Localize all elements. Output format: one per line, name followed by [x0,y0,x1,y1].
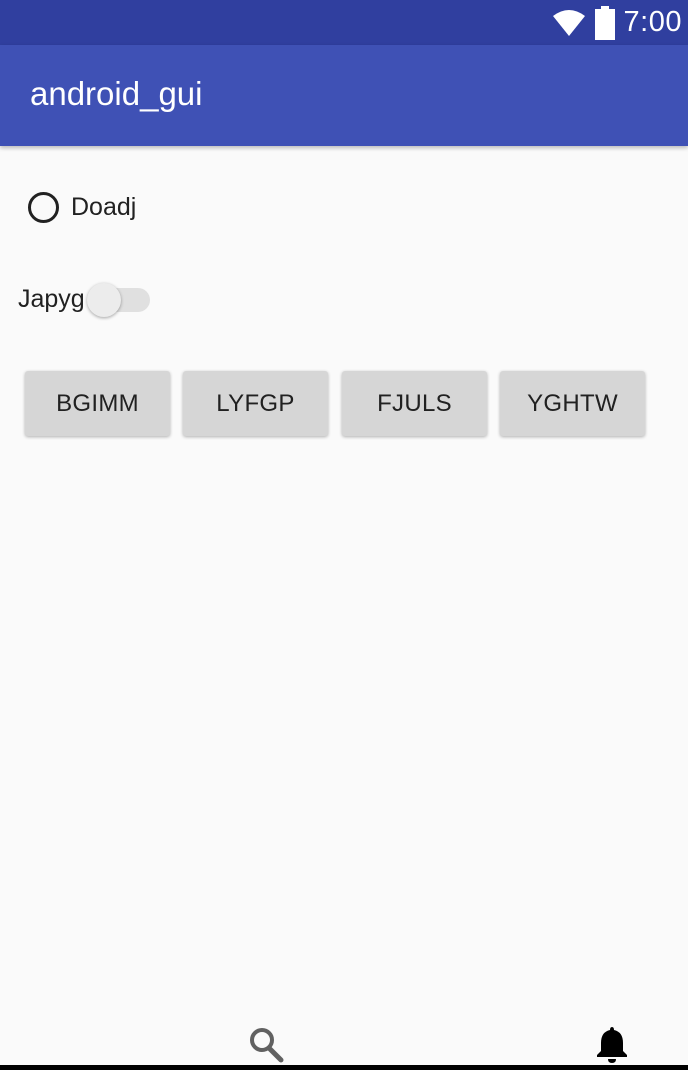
status-icons: 7:00 [552,0,682,45]
status-bar: 7:00 [0,0,688,45]
radio-button-doadj[interactable]: Doadj [28,192,136,223]
search-icon[interactable] [248,1024,284,1064]
radio-circle-icon[interactable] [28,192,59,223]
battery-icon [594,5,615,40]
app-bar: android_gui [0,45,688,146]
radio-label[interactable]: Doadj [71,193,136,222]
button-fjuls[interactable]: FJULS [342,371,487,436]
bell-icon[interactable] [594,1024,630,1064]
button-bgimm[interactable]: BGIMM [25,371,170,436]
app-title: android_gui [30,75,203,112]
wifi-icon [552,9,585,36]
status-time: 7:00 [623,6,682,38]
button-lyfgp[interactable]: LYFGP [183,371,328,436]
button-yghtw[interactable]: YGHTW [500,371,645,436]
navigation-bar-edge [0,1065,688,1070]
switch-toggle[interactable] [87,283,121,317]
switch-label: Japyg [18,285,85,313]
